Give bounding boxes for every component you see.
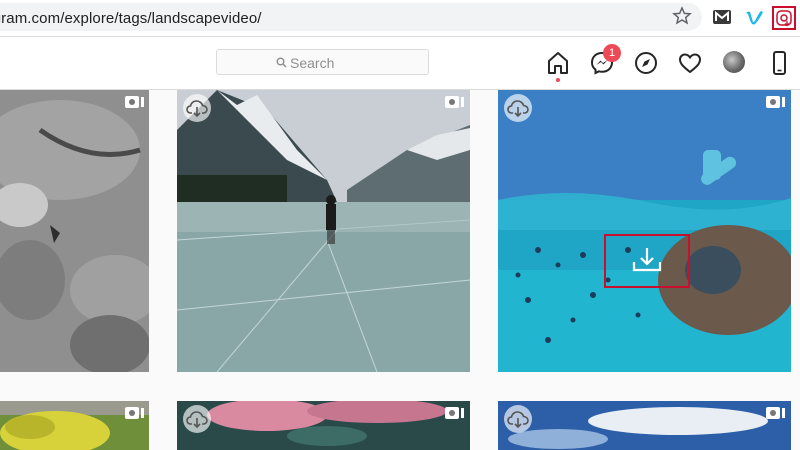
avatar[interactable] — [723, 51, 745, 73]
tile-underwater[interactable] — [498, 90, 791, 372]
tile-frozen-lake[interactable] — [177, 90, 470, 372]
address-bar[interactable]: tagram.com/explore/tags/landscapevideo/ — [0, 3, 702, 31]
heart-icon[interactable] — [677, 50, 703, 76]
tile-statue[interactable] — [0, 90, 149, 372]
explore-compass-icon[interactable] — [633, 50, 659, 76]
tile-pink-flowers[interactable] — [177, 401, 470, 450]
downloader-extension-icon[interactable] — [772, 6, 796, 30]
instagram-header: Search 1 — [0, 37, 800, 90]
vimeo-icon[interactable] — [744, 7, 764, 27]
search-placeholder: Search — [290, 55, 335, 71]
mobile-icon[interactable] — [766, 50, 792, 76]
search-icon — [276, 57, 287, 68]
cloud-download-icon[interactable] — [504, 405, 532, 433]
video-camera-icon — [766, 407, 785, 419]
frozen-lake-image — [177, 90, 470, 372]
statue-image — [0, 90, 149, 372]
underwater-image — [498, 90, 791, 372]
video-camera-icon — [445, 96, 464, 108]
video-camera-icon — [766, 96, 785, 108]
video-camera-icon — [445, 407, 464, 419]
home-icon[interactable] — [545, 50, 571, 76]
video-camera-icon — [125, 407, 144, 419]
active-indicator — [556, 78, 560, 82]
star-icon[interactable] — [672, 6, 692, 26]
messenger-badge: 1 — [603, 44, 621, 62]
video-camera-icon — [125, 96, 144, 108]
cloud-download-icon[interactable] — [183, 405, 211, 433]
blue-sky-image — [498, 401, 791, 450]
download-button[interactable] — [604, 234, 690, 288]
tile-blue-sky[interactable] — [498, 401, 791, 450]
tile-garden[interactable] — [0, 401, 149, 450]
cloud-download-icon[interactable] — [504, 94, 532, 122]
cloud-download-icon[interactable] — [183, 94, 211, 122]
browser-toolbar: tagram.com/explore/tags/landscapevideo/ — [0, 0, 800, 37]
pink-flowers-image — [177, 401, 470, 450]
search-input[interactable]: Search — [216, 49, 429, 75]
m-extension-icon[interactable] — [712, 7, 732, 27]
download-icon — [632, 248, 662, 272]
url-text[interactable]: tagram.com/explore/tags/landscapevideo/ — [0, 10, 262, 27]
